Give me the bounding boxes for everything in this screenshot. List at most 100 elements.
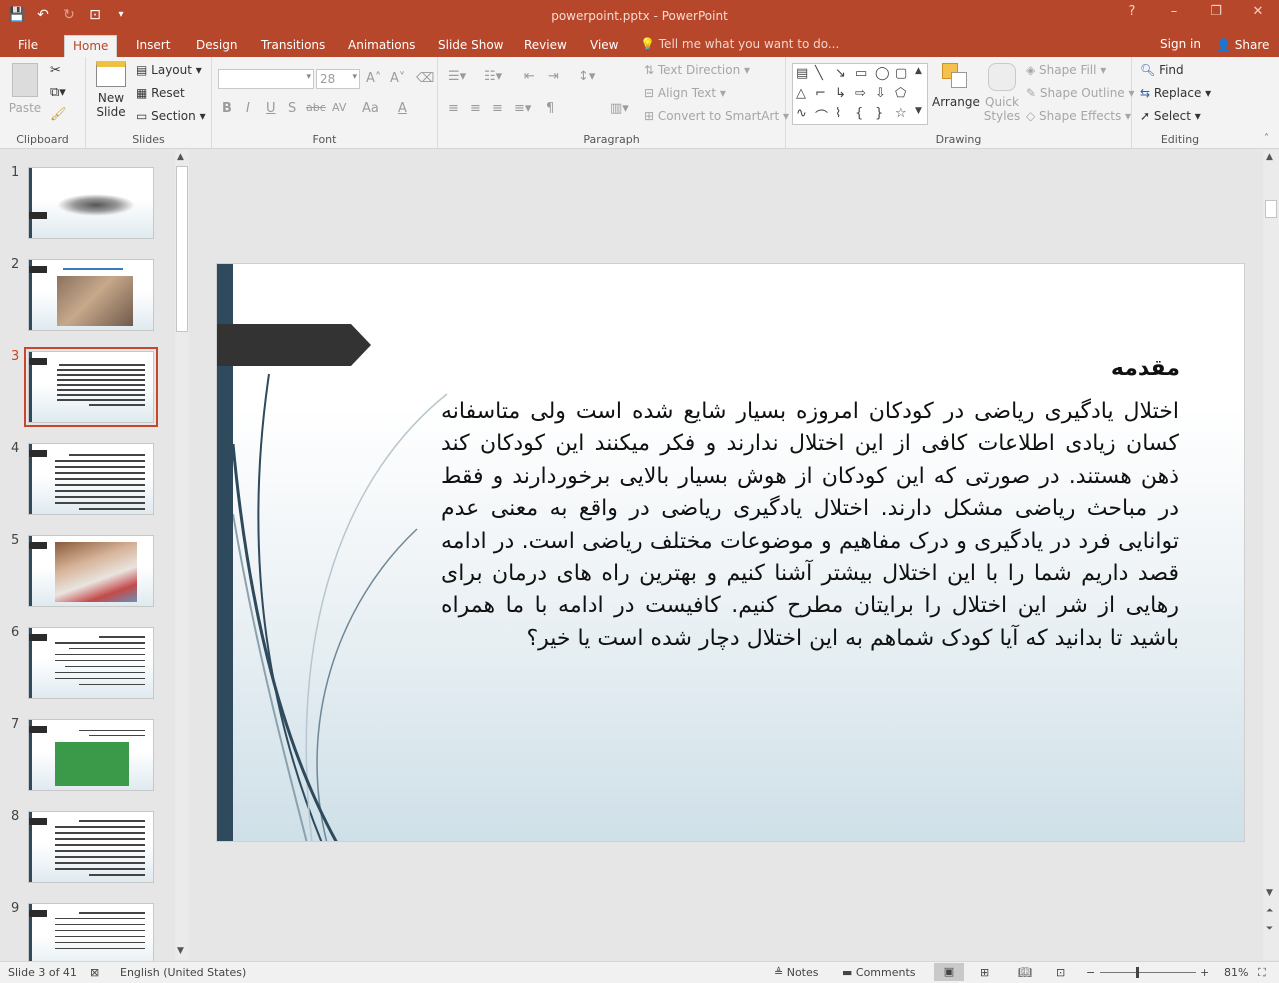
gallery-more-icon[interactable]: ▼: [915, 106, 922, 116]
arc-shape-icon[interactable]: ⌒: [815, 106, 828, 125]
cut-icon[interactable]: ✂: [50, 63, 61, 78]
text-direction-button[interactable]: ⇅ Text Direction ▾: [644, 63, 750, 77]
previous-slide-icon[interactable]: ⏶: [1266, 906, 1273, 916]
shapes-gallery[interactable]: ▤ ╲ ↘ ▭ ◯ ▢ △ ⌐ ↳ ⇨ ⇩ ⬠ ∿ ⌒ ⌇ { } ☆ ▲ ▼: [792, 63, 928, 125]
change-case-icon[interactable]: Aa: [362, 101, 379, 116]
arrow-line-shape-icon[interactable]: ↘: [835, 66, 846, 81]
slide-thumbnail-3[interactable]: [24, 347, 158, 427]
notes-button[interactable]: ≜ Notes: [774, 966, 819, 979]
char-spacing-icon[interactable]: AV: [332, 101, 346, 114]
collapse-ribbon-icon[interactable]: ˄: [1264, 133, 1269, 144]
reading-view-icon[interactable]: 📖︎: [1018, 966, 1032, 979]
pentagon-shape-icon[interactable]: ⬠: [895, 86, 906, 101]
align-center-icon[interactable]: ≡: [470, 101, 481, 116]
zoom-in-icon[interactable]: +: [1200, 966, 1209, 979]
restore-icon[interactable]: ❐: [1205, 4, 1227, 19]
replace-button[interactable]: ⇆ Replace ▾: [1140, 86, 1211, 100]
zoom-level[interactable]: 81%: [1224, 966, 1248, 979]
align-text-button[interactable]: ⊟ Align Text ▾: [644, 86, 726, 100]
close-icon[interactable]: ✕: [1247, 4, 1269, 19]
paste-button[interactable]: Paste: [8, 63, 42, 115]
brace-close-icon[interactable]: }: [875, 106, 883, 121]
slide-thumbnail-7[interactable]: [28, 719, 154, 791]
tab-view[interactable]: View: [582, 35, 626, 57]
font-size-box[interactable]: 28 ▾: [316, 69, 360, 89]
share-button[interactable]: 👤 Share: [1210, 35, 1275, 55]
format-painter-icon[interactable]: 🖌: [50, 107, 67, 122]
tab-review[interactable]: Review: [516, 35, 575, 57]
numbering-icon[interactable]: ☷▾: [484, 69, 502, 84]
find-button[interactable]: 🔍︎ Find: [1140, 63, 1184, 77]
convert-smartart-button[interactable]: ⊞ Convert to SmartArt ▾: [644, 109, 789, 123]
tab-slide-show[interactable]: Slide Show: [430, 35, 511, 57]
quick-styles-button[interactable]: Quick Styles: [982, 63, 1022, 123]
normal-view-icon[interactable]: ▣: [934, 963, 964, 981]
line-shape-icon[interactable]: ╲: [815, 66, 823, 81]
shadow-icon[interactable]: S: [288, 101, 296, 116]
zoom-out-icon[interactable]: −: [1086, 966, 1095, 979]
slideshow-view-icon[interactable]: ⊡: [1056, 966, 1065, 979]
align-left-icon[interactable]: ≡: [448, 101, 459, 116]
new-slide-button[interactable]: New Slide: [92, 61, 130, 119]
current-slide[interactable]: مقدمه اختلال یادگیری ریاضی در کودکان امر…: [216, 263, 1245, 842]
clear-format-icon[interactable]: ⌫: [416, 71, 434, 86]
section-button[interactable]: ▭ Section ▾: [136, 109, 206, 123]
scroll-up-icon[interactable]: ▲: [177, 152, 184, 162]
shrink-font-icon[interactable]: A˅: [390, 71, 405, 86]
editor-scroll-thumb[interactable]: [1265, 200, 1277, 218]
thumbnail-scrollbar[interactable]: ▲ ▼: [175, 150, 189, 960]
bullets-icon[interactable]: ☰▾: [448, 69, 466, 84]
elbow-connector-icon[interactable]: ⌐: [815, 86, 826, 101]
slide-thumbnail-4[interactable]: [28, 443, 154, 515]
tell-me-search[interactable]: 💡 Tell me what you want to do...: [640, 37, 839, 51]
font-color-icon[interactable]: A: [398, 101, 407, 116]
columns-icon[interactable]: ▥▾: [610, 101, 629, 116]
spell-check-icon[interactable]: ⊠: [90, 966, 99, 979]
gallery-scroll-up-icon[interactable]: ▲: [915, 66, 922, 76]
down-arrow-shape-icon[interactable]: ⇩: [875, 86, 886, 101]
increase-indent-icon[interactable]: ⇥: [548, 69, 559, 84]
tab-transitions[interactable]: Transitions: [253, 35, 333, 57]
editor-scrollbar[interactable]: ▲ ▼ ⏶ ⏷: [1263, 150, 1279, 960]
align-right-icon[interactable]: ≡: [492, 101, 503, 116]
language-indicator[interactable]: English (United States): [120, 966, 246, 979]
rectangle-shape-icon[interactable]: ▭: [855, 66, 867, 81]
oval-shape-icon[interactable]: ◯: [875, 66, 890, 81]
editor-scroll-up-icon[interactable]: ▲: [1266, 152, 1273, 162]
justify-icon[interactable]: ≡▾: [514, 101, 531, 116]
arrange-button[interactable]: Arrange: [932, 63, 980, 109]
slide-title[interactable]: مقدمه: [1111, 356, 1180, 381]
scroll-down-icon[interactable]: ▼: [177, 946, 184, 956]
slide-thumbnail-8[interactable]: [28, 811, 154, 883]
layout-button[interactable]: ▤ Layout ▾: [136, 63, 202, 77]
line-spacing-icon[interactable]: ↕▾: [578, 69, 595, 84]
shape-fill-button[interactable]: ◈ Shape Fill ▾: [1026, 63, 1106, 77]
shape-effects-button[interactable]: ◇ Shape Effects ▾: [1026, 109, 1131, 123]
rounded-rect-shape-icon[interactable]: ▢: [895, 66, 907, 81]
tab-file[interactable]: File: [10, 35, 46, 57]
elbow-arrow-icon[interactable]: ↳: [835, 86, 846, 101]
slide-thumbnail-2[interactable]: [28, 259, 154, 331]
tab-animations[interactable]: Animations: [340, 35, 423, 57]
tab-home[interactable]: Home: [64, 35, 118, 57]
underline-icon[interactable]: U: [266, 101, 276, 116]
fit-to-window-icon[interactable]: ⛶: [1258, 966, 1266, 980]
italic-icon[interactable]: I: [246, 101, 250, 116]
minimize-icon[interactable]: –: [1163, 4, 1185, 19]
textbox-shape-icon[interactable]: ▤: [796, 66, 808, 81]
slide-thumbnail-1[interactable]: [28, 167, 154, 239]
slide-body-text[interactable]: اختلال یادگیری ریاضی در کودکان امروزه بس…: [441, 396, 1179, 655]
sign-in-link[interactable]: Sign in: [1160, 37, 1201, 51]
zoom-slider-handle[interactable]: [1136, 967, 1139, 978]
slide-sorter-icon[interactable]: ⊞: [980, 966, 989, 979]
curved-connector-icon[interactable]: ⌇: [835, 106, 841, 121]
copy-icon[interactable]: ⧉▾: [50, 85, 66, 100]
grow-font-icon[interactable]: A˄: [366, 71, 381, 86]
strikethrough-icon[interactable]: abc: [306, 101, 326, 114]
reset-button[interactable]: ▦ Reset: [136, 86, 185, 100]
star-shape-icon[interactable]: ☆: [895, 106, 907, 121]
comments-button[interactable]: ▬ Comments: [842, 966, 916, 979]
select-button[interactable]: ➚ Select ▾: [1140, 109, 1201, 123]
zoom-slider[interactable]: [1100, 972, 1196, 973]
next-slide-icon[interactable]: ⏷: [1266, 924, 1273, 934]
